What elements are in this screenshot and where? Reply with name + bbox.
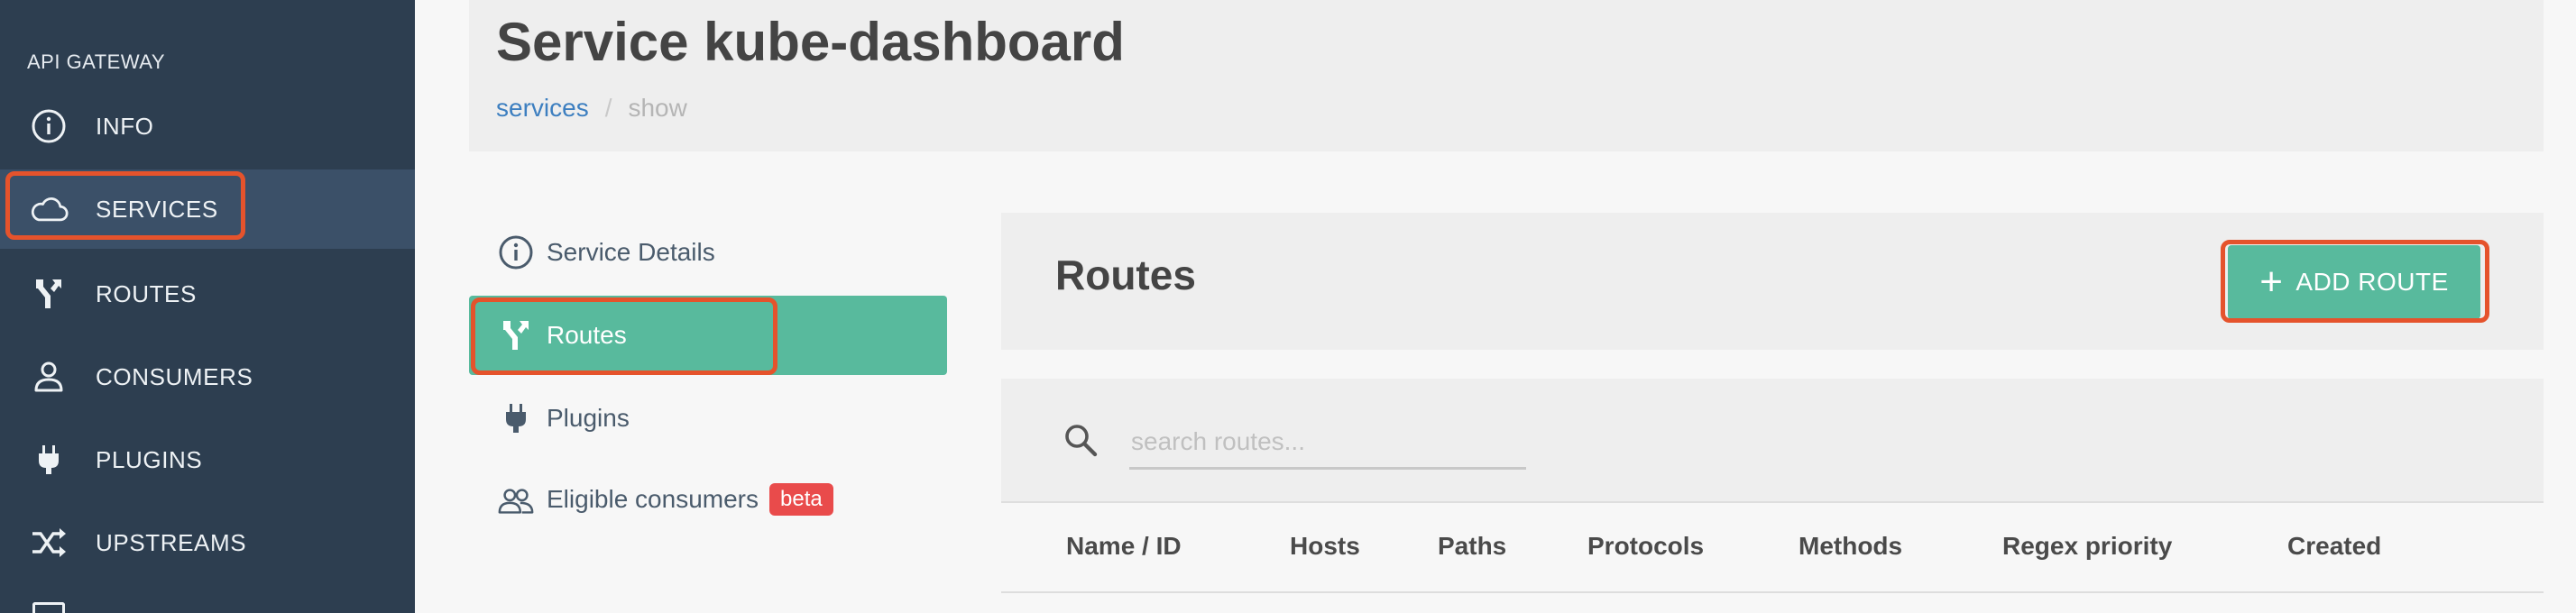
subnav-item-label: Service Details xyxy=(547,238,715,266)
column-header-name-id[interactable]: Name / ID xyxy=(1066,532,1182,561)
sidebar-item-partial-icon xyxy=(32,602,65,613)
column-header-hosts[interactable]: Hosts xyxy=(1290,532,1360,561)
column-header-regex-priority[interactable]: Regex priority xyxy=(2002,532,2172,561)
subnav-item-eligible-consumers[interactable]: Eligible consumers beta xyxy=(469,462,947,541)
plug-icon xyxy=(29,440,69,480)
column-header-methods[interactable]: Methods xyxy=(1799,532,1902,561)
route-fork-icon xyxy=(29,274,69,314)
sidebar-item-info[interactable]: INFO xyxy=(0,87,415,166)
sidebar-section-title: API GATEWAY xyxy=(27,50,166,73)
column-header-protocols[interactable]: Protocols xyxy=(1587,532,1704,561)
users-icon xyxy=(496,481,536,521)
sidebar: API GATEWAY INFO SERVICES ROUTES CONSUME… xyxy=(0,0,415,613)
sidebar-item-label: PLUGINS xyxy=(96,445,203,473)
eligible-consumers-label: Eligible consumers xyxy=(547,485,759,513)
column-header-created[interactable]: Created xyxy=(2287,532,2381,561)
sidebar-item-routes[interactable]: ROUTES xyxy=(0,254,415,334)
routes-title: Routes xyxy=(1055,252,1196,298)
sidebar-item-upstreams[interactable]: UPSTREAMS xyxy=(0,503,415,582)
info-circle-icon xyxy=(496,233,536,272)
search-routes-input[interactable] xyxy=(1129,416,1526,470)
sidebar-item-label: INFO xyxy=(96,112,154,140)
subnav-item-label: Eligible consumers beta xyxy=(547,483,833,517)
highlight-services xyxy=(5,171,245,240)
page-title: Service kube-dashboard xyxy=(496,12,1125,72)
shuffle-icon xyxy=(29,523,69,563)
user-icon xyxy=(29,357,69,397)
column-header-paths[interactable]: Paths xyxy=(1438,532,1506,561)
sidebar-item-label: CONSUMERS xyxy=(96,362,253,390)
sidebar-item-label: UPSTREAMS xyxy=(96,528,247,556)
subnav-item-service-details[interactable]: Service Details xyxy=(469,213,947,292)
plug-icon xyxy=(496,398,536,438)
subnav-item-plugins[interactable]: Plugins xyxy=(469,379,947,458)
sidebar-item-plugins[interactable]: PLUGINS xyxy=(0,420,415,499)
info-circle-icon xyxy=(29,106,69,146)
sidebar-item-consumers[interactable]: CONSUMERS xyxy=(0,337,415,416)
highlight-routes xyxy=(471,297,777,375)
breadcrumb: services / show xyxy=(496,94,687,123)
breadcrumb-separator: / xyxy=(604,94,612,122)
search-icon xyxy=(1061,420,1100,460)
subnav-item-label: Plugins xyxy=(547,404,630,432)
beta-badge: beta xyxy=(769,483,833,516)
sidebar-item-label: ROUTES xyxy=(96,279,197,307)
highlight-add-route xyxy=(2221,240,2489,323)
breadcrumb-current: show xyxy=(628,94,687,122)
breadcrumb-link-services[interactable]: services xyxy=(496,94,589,122)
